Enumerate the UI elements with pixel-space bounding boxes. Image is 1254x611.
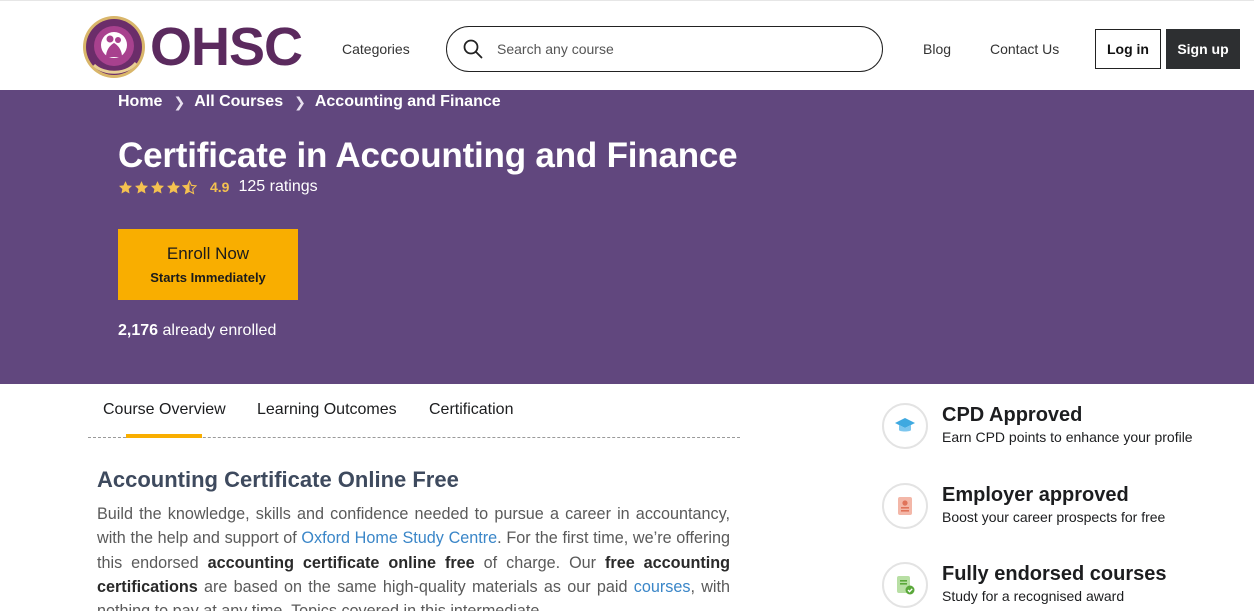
contact-link[interactable]: Contact Us — [990, 41, 1059, 57]
feature-title: Employer approved — [942, 484, 1129, 506]
breadcrumb: Home ❯ All Courses ❯ Accounting and Fina… — [118, 93, 501, 111]
logo-text: OHSC — [150, 17, 303, 77]
courses-link[interactable]: courses — [634, 578, 691, 596]
search-bar[interactable] — [446, 26, 883, 72]
rating-count[interactable]: 125 ratings — [238, 178, 317, 196]
course-rating: 4.9 125 ratings — [118, 178, 318, 196]
ohsc-link[interactable]: Oxford Home Study Centre — [301, 529, 497, 547]
star-icon — [166, 180, 181, 193]
tab-certification[interactable]: Certification — [429, 401, 513, 419]
logo[interactable]: OHSC — [76, 13, 303, 81]
active-tab-indicator — [126, 434, 202, 438]
section-title: Accounting Certificate Online Free — [97, 467, 459, 492]
course-title: Certificate in Accounting and Finance — [118, 136, 738, 175]
enroll-sublabel: Starts Immediately — [150, 270, 266, 285]
feature-cpd-approved: CPD Approved Earn CPD points to enhance … — [882, 403, 1193, 449]
feature-title: Fully endorsed courses — [942, 563, 1167, 585]
feature-desc: Study for a recognised award — [942, 588, 1125, 604]
rating-stars — [118, 179, 197, 195]
feature-desc: Boost your career prospects for free — [942, 509, 1166, 525]
feature-title: CPD Approved — [942, 404, 1083, 426]
logo-icon — [83, 16, 145, 78]
feature-icon-wrap — [882, 403, 928, 449]
search-input[interactable] — [497, 41, 837, 57]
star-icon — [134, 180, 149, 193]
description-text: of charge. Our — [474, 553, 606, 572]
course-hero: Home ❯ All Courses ❯ Accounting and Fina… — [0, 90, 1254, 384]
enroll-now-button[interactable]: Enroll Now Starts Immediately — [118, 229, 298, 300]
course-description: Build the knowledge, skills and confiden… — [97, 502, 730, 611]
star-icon — [118, 180, 133, 193]
id-badge-icon — [898, 497, 912, 515]
site-header: OHSC Categories Blog Contact Us Log in S… — [0, 0, 1254, 90]
rating-value: 4.9 — [210, 179, 230, 195]
feature-fully-endorsed: Fully endorsed courses Study for a recog… — [882, 562, 1167, 608]
breadcrumb-all-courses[interactable]: All Courses — [194, 93, 283, 111]
graduation-cap-icon — [895, 418, 915, 432]
tab-course-overview[interactable]: Course Overview — [103, 401, 226, 419]
breadcrumb-home[interactable]: Home — [118, 93, 162, 111]
enrolled-number: 2,176 — [118, 322, 159, 339]
description-bold: accounting certificate online free — [207, 553, 475, 572]
star-icon — [150, 180, 165, 193]
enrolled-count: 2,176 already enrolled — [118, 322, 276, 340]
login-button[interactable]: Log in — [1095, 29, 1161, 69]
blog-link[interactable]: Blog — [923, 41, 951, 57]
categories-menu[interactable]: Categories — [342, 41, 410, 57]
breadcrumb-category[interactable]: Accounting and Finance — [315, 93, 501, 111]
description-text: are based on the same high-quality mater… — [197, 577, 634, 596]
certificate-check-icon — [897, 576, 915, 595]
search-icon — [463, 39, 483, 59]
tab-learning-outcomes[interactable]: Learning Outcomes — [257, 401, 397, 419]
feature-desc: Earn CPD points to enhance your profile — [942, 429, 1193, 445]
feature-icon-wrap — [882, 483, 928, 529]
enroll-label: Enroll Now — [166, 244, 250, 263]
feature-employer-approved: Employer approved Boost your career pros… — [882, 483, 1165, 529]
chevron-right-icon: ❯ — [294, 93, 306, 110]
enrolled-suffix: already enrolled — [158, 322, 277, 339]
half-star-icon — [182, 179, 197, 195]
chevron-right-icon: ❯ — [173, 93, 186, 110]
signup-button[interactable]: Sign up — [1166, 29, 1240, 69]
feature-icon-wrap — [882, 562, 928, 608]
course-tabs: Course Overview Learning Outcomes Certif… — [88, 384, 740, 438]
